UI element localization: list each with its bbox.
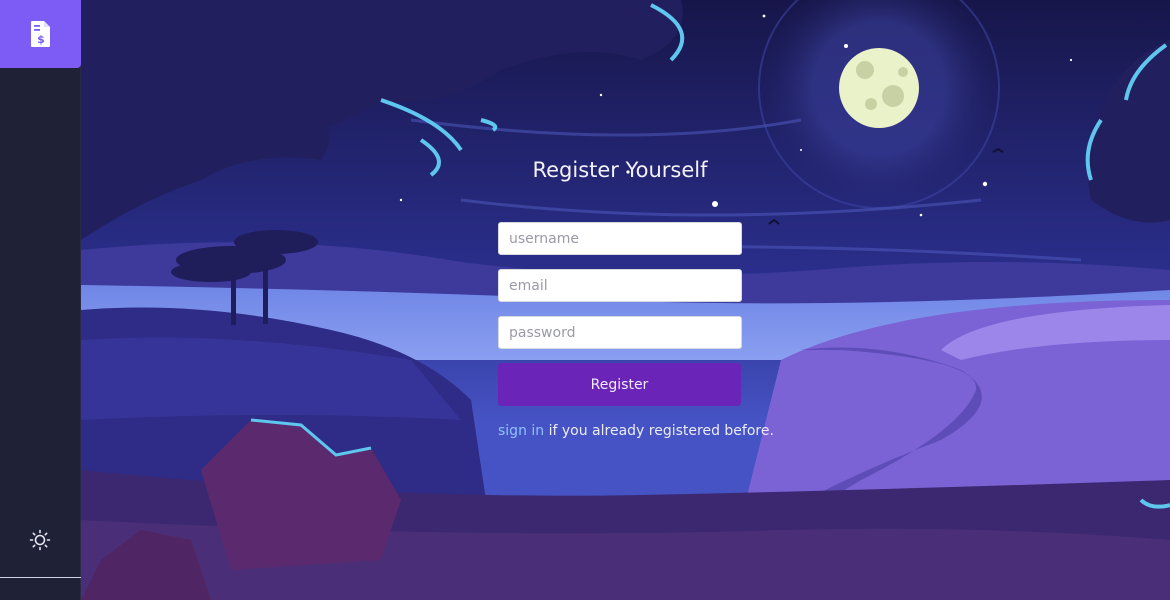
- register-button[interactable]: Register: [498, 363, 741, 406]
- page-title: Register Yourself: [532, 158, 708, 182]
- theme-toggle-button[interactable]: [26, 526, 54, 554]
- home-logo-button[interactable]: $: [0, 0, 81, 68]
- signin-link[interactable]: sign in: [498, 423, 544, 439]
- sidebar-divider: [0, 577, 81, 578]
- sun-icon: [29, 529, 51, 551]
- svg-text:$: $: [37, 33, 45, 46]
- username-input[interactable]: [498, 222, 742, 255]
- password-input[interactable]: [498, 316, 742, 349]
- signin-prompt: sign in if you already registered before…: [498, 423, 798, 439]
- sidebar: $: [0, 0, 81, 600]
- invoice-dollar-icon: $: [30, 21, 50, 47]
- signin-suffix-text: if you already registered before.: [544, 423, 774, 439]
- email-input[interactable]: [498, 269, 742, 302]
